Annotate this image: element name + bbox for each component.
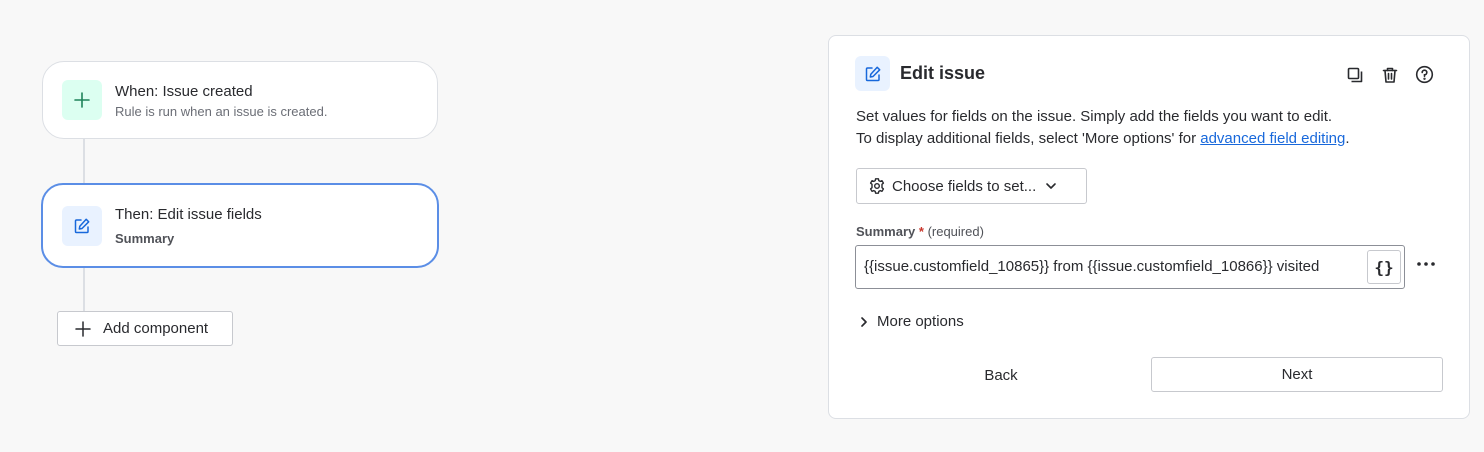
summary-field-label: Summary * (required) (856, 224, 984, 239)
more-options-label: More options (877, 313, 964, 330)
trigger-title: When: Issue created (115, 82, 253, 100)
gear-icon (868, 177, 886, 195)
more-options-toggle[interactable]: More options (858, 313, 964, 330)
required-marker: * (918, 224, 924, 239)
action-subtitle: Summary (115, 231, 175, 246)
smart-value-button[interactable]: {} (1367, 250, 1401, 284)
plus-icon (62, 80, 102, 120)
chevron-down-icon (1044, 179, 1058, 193)
flow-connector (83, 139, 85, 184)
chevron-right-icon (858, 316, 870, 328)
panel-actions (1344, 64, 1435, 85)
panel-description: Set values for fields on the issue. Simp… (856, 106, 1350, 150)
summary-input-value[interactable]: {{issue.customfield_10865}} from {{issue… (864, 246, 1362, 288)
summary-label: Summary (856, 224, 916, 239)
trigger-node[interactable]: When: Issue created Rule is run when an … (42, 61, 438, 139)
more-actions-icon[interactable] (1414, 254, 1438, 274)
description-prefix: To display additional fields, select 'Mo… (856, 130, 1201, 147)
trigger-subtitle: Rule is run when an issue is created. (115, 103, 328, 119)
add-component-label: Add component (103, 320, 209, 337)
summary-input[interactable]: {{issue.customfield_10865}} from {{issue… (855, 245, 1405, 289)
advanced-field-editing-link[interactable]: advanced field editing (1200, 130, 1345, 147)
help-icon[interactable] (1414, 64, 1435, 85)
panel-title: Edit issue (900, 63, 986, 83)
action-title: Then: Edit issue fields (115, 206, 262, 223)
panel-header: Edit issue (855, 56, 985, 91)
choose-fields-dropdown[interactable]: Choose fields to set... (856, 168, 1087, 204)
copy-icon[interactable] (1344, 64, 1365, 85)
edit-icon (855, 56, 890, 91)
trash-icon[interactable] (1379, 64, 1400, 85)
edit-issue-panel: Edit issue Set values for fields on the … (828, 35, 1470, 419)
plus-icon (74, 320, 92, 338)
flow-connector (83, 267, 85, 312)
back-button[interactable]: Back (856, 358, 1146, 392)
required-text: (required) (927, 224, 984, 239)
action-node[interactable]: Then: Edit issue fields Summary (41, 183, 439, 268)
edit-icon (62, 205, 102, 246)
add-component-button[interactable]: Add component (57, 311, 233, 346)
description-suffix: . (1345, 130, 1350, 147)
choose-fields-label: Choose fields to set... (892, 177, 1037, 195)
description-line-1: Set values for fields on the issue. Simp… (856, 108, 1333, 125)
next-button[interactable]: Next (1151, 357, 1443, 392)
description-line-2: To display additional fields, select 'Mo… (856, 128, 1350, 150)
